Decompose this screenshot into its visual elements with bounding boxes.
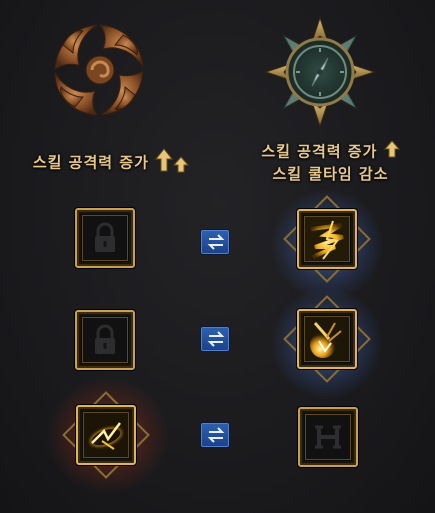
swap-arrows-icon — [207, 427, 225, 443]
lightning-slash-skill-icon — [305, 217, 349, 261]
left-skill-slot-3[interactable] — [76, 405, 136, 465]
skill-upgrade-panel: 스킬 공격력 증가 스킬 공격력 증가 스킬 쿨타임 감소 — [0, 0, 435, 513]
slot-inner — [83, 412, 129, 458]
swap-button-1[interactable] — [201, 230, 229, 254]
swap-button-3[interactable] — [201, 423, 229, 447]
right-effect-text-line1: 스킬 공격력 증가 — [261, 142, 378, 161]
right-effect-text-line2: 스킬 쿨타임 감소 — [272, 165, 389, 183]
explosion-strike-skill-icon — [305, 317, 349, 361]
right-skill-effect-label: 스킬 공격력 증가 스킬 쿨타임 감소 — [238, 140, 423, 185]
left-skill-slot-1-locked[interactable] — [75, 208, 135, 268]
slot-inner — [82, 317, 128, 363]
lock-icon — [95, 222, 115, 252]
slot-inner — [305, 414, 351, 460]
slot-inner — [304, 216, 350, 262]
swap-arrows-icon — [207, 331, 225, 347]
slot-inner — [82, 215, 128, 261]
bronze-swirl-emblem-icon — [45, 15, 155, 125]
lightning-vortex-skill-icon — [84, 413, 128, 457]
swap-arrows-icon — [207, 234, 225, 250]
compass-emblem-icon — [262, 14, 378, 130]
up-arrow-icon — [383, 140, 400, 164]
left-skill-slot-2-locked[interactable] — [75, 310, 135, 370]
right-skill-slot-2[interactable] — [297, 309, 357, 369]
lock-icon — [95, 324, 115, 354]
slot-inner — [304, 316, 350, 362]
slot-bracket-icon — [315, 425, 341, 449]
left-skill-effect-label: 스킬 공격력 증가 — [12, 147, 212, 179]
left-effect-text: 스킬 공격력 증가 — [32, 153, 149, 172]
double-up-arrow-icon — [155, 147, 191, 179]
right-skill-slot-1[interactable] — [297, 209, 357, 269]
swap-button-2[interactable] — [201, 327, 229, 351]
right-skill-slot-3-locked[interactable] — [298, 407, 358, 467]
